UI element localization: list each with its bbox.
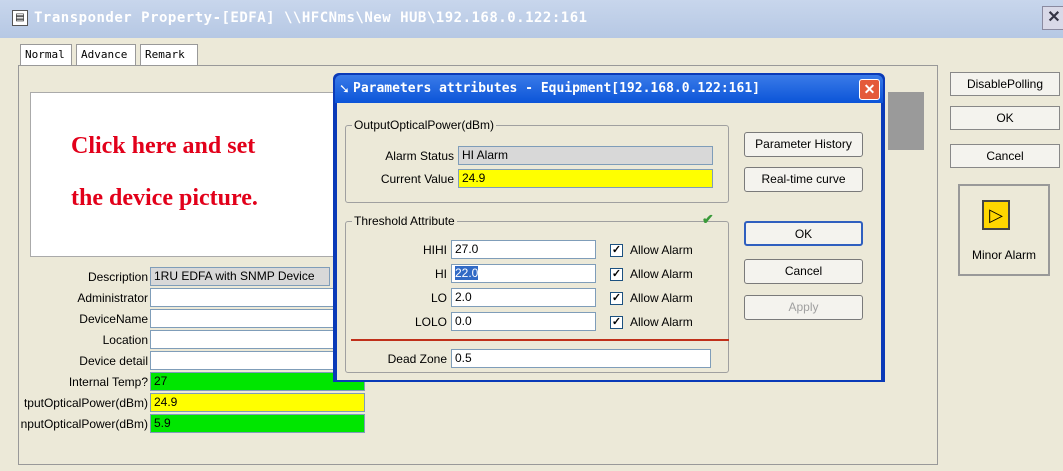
device-name-label: DeviceName xyxy=(79,312,148,326)
output-optical-power-value: 24.9 xyxy=(150,393,365,412)
ok-button[interactable]: OK xyxy=(950,106,1060,130)
description-label: Description xyxy=(87,270,148,284)
hi-allow-alarm-checkbox[interactable]: ✓ xyxy=(610,268,623,281)
dialog-ok-button[interactable]: OK xyxy=(744,221,863,246)
device-detail-label: Device detail xyxy=(79,354,148,368)
current-value-field: 24.9 xyxy=(458,169,713,188)
lolo-input[interactable]: 0.0 xyxy=(451,312,596,331)
dialog-close-icon[interactable]: ✕ xyxy=(859,79,880,100)
tab-remark[interactable]: Remark xyxy=(140,44,198,66)
dialog-apply-button[interactable]: Apply xyxy=(744,295,863,320)
internal-temp-label: Internal Temp? xyxy=(68,375,148,389)
alarm-status-label: Alarm Status xyxy=(385,149,454,163)
lolo-allow-alarm-label: Allow Alarm xyxy=(630,315,693,329)
hihi-label: HIHI xyxy=(423,243,447,257)
hi-input[interactable]: 22.0 xyxy=(451,264,596,283)
dialog-icon: ➘ xyxy=(339,81,350,96)
input-optical-power-value: 5.9 xyxy=(150,414,365,433)
lo-input[interactable]: 2.0 xyxy=(451,288,596,307)
tab-advance[interactable]: Advance xyxy=(76,44,136,66)
output-power-group-title: OutputOpticalPower(dBm) xyxy=(352,118,497,132)
realtime-curve-button[interactable]: Real-time curve xyxy=(744,167,863,192)
dead-zone-label: Dead Zone xyxy=(387,352,447,366)
lo-label: LO xyxy=(430,291,447,305)
hi-selected-text: 22.0 xyxy=(455,266,479,280)
output-optical-power-label: tputOpticalPower(dBm) xyxy=(23,396,148,410)
separator-line xyxy=(351,339,729,341)
window-title: Transponder Property-[EDFA] \\HFCNms\New… xyxy=(34,10,588,26)
dialog-title-bar[interactable]: ➘ Parameters attributes - Equipment[192.… xyxy=(335,75,883,103)
device-picture-area[interactable]: Click here and set the device picture. xyxy=(30,92,345,257)
hi-label: HI xyxy=(435,267,447,281)
dialog-cancel-button[interactable]: Cancel xyxy=(744,259,863,284)
parameter-history-button[interactable]: Parameter History xyxy=(744,132,863,157)
input-optical-power-label: nputOpticalPower(dBm) xyxy=(20,417,148,431)
lo-allow-alarm-checkbox[interactable]: ✓ xyxy=(610,292,623,305)
status-block xyxy=(888,92,924,150)
administrator-label: Administrator xyxy=(77,291,148,305)
dialog-title: Parameters attributes - Equipment[192.16… xyxy=(353,81,760,96)
cancel-button[interactable]: Cancel xyxy=(950,144,1060,168)
device-picture-prompt-line1: Click here and set xyxy=(71,133,256,159)
minor-alarm-icon: ▷ xyxy=(982,200,1010,230)
app-icon: ▤ xyxy=(12,10,28,26)
hi-allow-alarm-label: Allow Alarm xyxy=(630,267,693,281)
description-field[interactable]: 1RU EDFA with SNMP Device xyxy=(150,267,330,286)
dead-zone-input[interactable]: 0.5 xyxy=(451,349,711,368)
device-picture-prompt-line2: the device picture. xyxy=(71,185,258,211)
output-power-group: OutputOpticalPower(dBm) Alarm Status HI … xyxy=(345,118,729,203)
current-value-label: Current Value xyxy=(380,172,454,186)
lolo-allow-alarm-checkbox[interactable]: ✓ xyxy=(610,316,623,329)
alarm-label: Minor Alarm xyxy=(971,248,1036,262)
hihi-allow-alarm-label: Allow Alarm xyxy=(630,243,693,257)
dialog-body: OutputOpticalPower(dBm) Alarm Status HI … xyxy=(337,103,881,380)
close-icon[interactable]: ✕ xyxy=(1042,6,1063,30)
hihi-allow-alarm-checkbox[interactable]: ✓ xyxy=(610,244,623,257)
lolo-label: LOLO xyxy=(414,315,447,329)
tab-normal[interactable]: Normal xyxy=(20,44,72,66)
threshold-group-title: Threshold Attribute xyxy=(352,214,457,228)
alarm-status-panel: ▷ Minor Alarm xyxy=(958,184,1050,276)
lo-allow-alarm-label: Allow Alarm xyxy=(630,291,693,305)
alarm-status-field: HI Alarm xyxy=(458,146,713,165)
location-label: Location xyxy=(102,333,148,347)
hihi-input[interactable]: 27.0 xyxy=(451,240,596,259)
parameters-attributes-dialog: ➘ Parameters attributes - Equipment[192.… xyxy=(333,73,885,382)
disable-polling-button[interactable]: DisablePolling xyxy=(950,72,1060,96)
title-bar[interactable]: ▤ Transponder Property-[EDFA] \\HFCNms\N… xyxy=(0,0,1063,38)
checkmark-icon: ✔ xyxy=(702,211,714,227)
transponder-property-window: ▤ Transponder Property-[EDFA] \\HFCNms\N… xyxy=(0,0,1063,471)
